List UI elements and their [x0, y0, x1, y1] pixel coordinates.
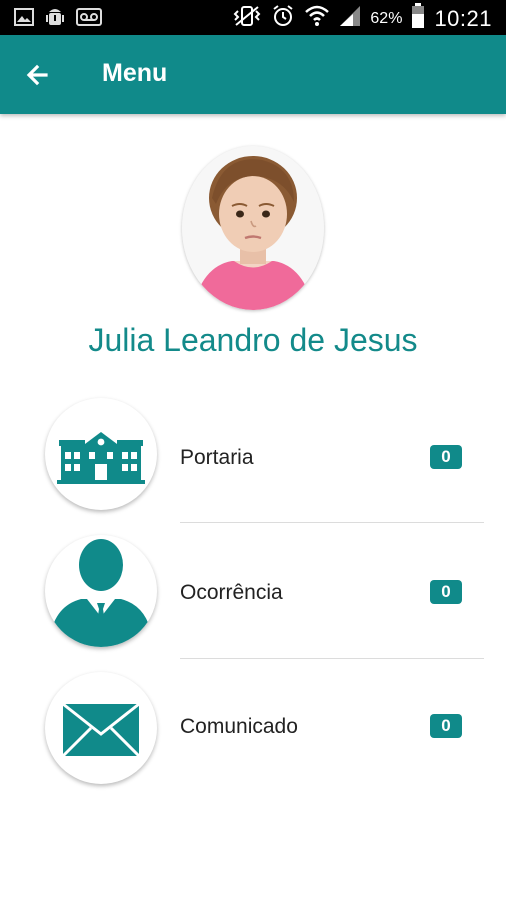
person-suit-icon: [45, 539, 157, 651]
student-name: Julia Leandro de Jesus: [88, 322, 418, 358]
vibrate-icon: [232, 5, 262, 32]
menu-icon-circle: [45, 398, 157, 510]
menu-item-label: Portaria: [180, 446, 254, 469]
menu-item-ocorrencia[interactable]: Ocorrência 0: [0, 535, 506, 655]
menu-icon-circle: [45, 535, 157, 647]
wifi-icon: [304, 4, 330, 33]
menu-item-comunicado[interactable]: Comunicado 0: [0, 672, 506, 792]
status-bar: 62% 10:21: [0, 0, 506, 35]
count-badge: 0: [430, 714, 462, 738]
avatar: [182, 146, 324, 310]
envelope-icon: [45, 702, 157, 788]
image-icon: [14, 8, 34, 31]
divider: [180, 522, 484, 523]
menu-item-portaria[interactable]: Portaria 0: [0, 398, 506, 518]
page-title: Menu: [102, 59, 168, 87]
divider: [180, 658, 484, 659]
battery-percent: 62%: [370, 9, 403, 27]
school-building-icon: [45, 432, 157, 514]
count-badge: 0: [430, 580, 462, 604]
app-bar: Menu: [0, 35, 506, 114]
back-button[interactable]: [22, 57, 58, 93]
arrow-left-icon: [22, 64, 58, 97]
menu-item-label: Ocorrência: [180, 581, 283, 604]
count-badge: 0: [430, 445, 462, 469]
battery-icon: [411, 3, 425, 34]
clock: 10:21: [434, 5, 492, 31]
alarm-icon: [271, 4, 295, 33]
menu-icon-circle: [45, 672, 157, 784]
voicemail-icon: [76, 8, 102, 31]
menu-item-label: Comunicado: [180, 715, 298, 738]
signal-icon: [339, 5, 361, 32]
android-debug-icon: [44, 6, 66, 33]
